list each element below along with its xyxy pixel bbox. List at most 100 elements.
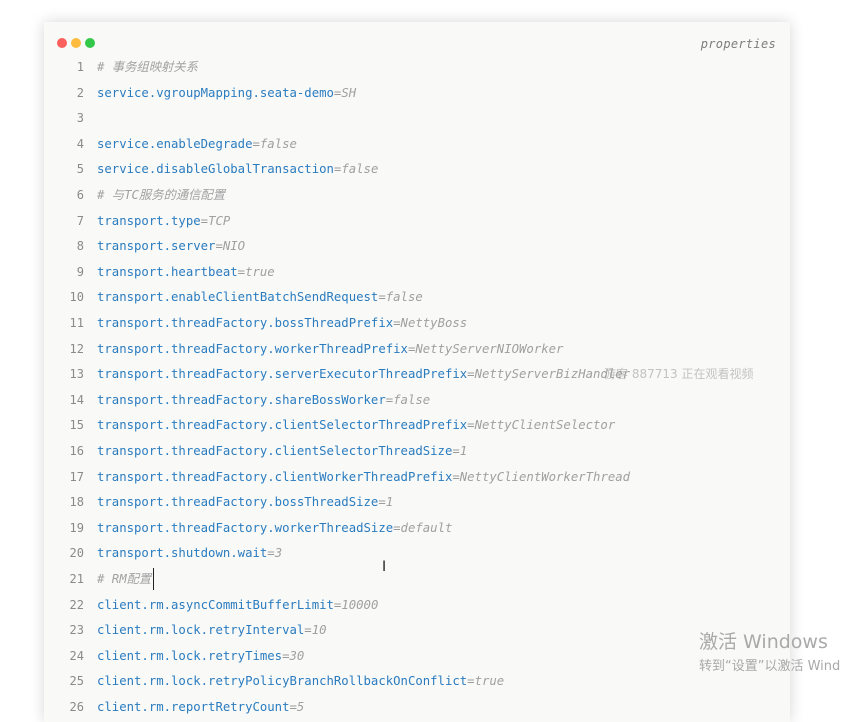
line-text: service.enableDegrade=false <box>97 134 297 154</box>
line-number: 6 <box>76 188 84 202</box>
line-text: transport.threadFactory.workerThreadPref… <box>97 339 563 359</box>
property-key: transport.threadFactory.bossThreadPrefix <box>97 316 394 330</box>
equals-sign: = <box>200 213 209 228</box>
equals-sign: = <box>215 239 223 254</box>
equals-sign: = <box>393 316 401 330</box>
line-number: 18 <box>69 495 84 510</box>
code-line[interactable]: 6 # 与TC服务的通信配置 <box>44 185 790 211</box>
property-key: client.rm.reportRetryCount <box>97 700 290 714</box>
line-number: 20 <box>69 546 84 561</box>
line-number: 9 <box>76 264 84 279</box>
property-value: SH <box>341 85 357 100</box>
code-line[interactable]: 3 <box>44 108 790 134</box>
code-line[interactable]: 9 transport.heartbeat=true <box>44 262 790 288</box>
viewer-watermark: 游客 887713 正在观看视频 <box>604 367 754 381</box>
code-line[interactable]: 4 service.enableDegrade=false <box>44 134 790 160</box>
window-controls <box>57 38 99 48</box>
line-number: 4 <box>76 136 84 151</box>
property-key: transport.threadFactory.workerThreadSize <box>97 520 394 535</box>
line-text: transport.shutdown.wait=3 <box>97 543 282 563</box>
property-value: 10 <box>311 623 327 638</box>
code-line[interactable]: 10 transport.enableClientBatchSendRequest… <box>44 287 790 313</box>
property-key: transport.enableClientBatchSendRequest <box>97 290 379 305</box>
property-value: NIO <box>222 239 246 254</box>
comment-text: # 事务组映射关系 <box>97 60 198 74</box>
code-line[interactable]: 1 # 事务组映射关系 <box>44 57 790 83</box>
property-key: transport.threadFactory.clientSelectorTh… <box>97 418 468 433</box>
code-line[interactable]: 25 client.rm.lock.retryPolicyBranchRollba… <box>44 671 790 697</box>
line-text: transport.type=TCP <box>97 211 230 231</box>
property-key: transport.type <box>97 213 201 228</box>
property-key: transport.shutdown.wait <box>97 546 268 561</box>
line-text: client.rm.asyncCommitBufferLimit=10000 <box>97 595 378 615</box>
code-line[interactable]: 5 service.disableGlobalTransaction=false <box>44 159 790 185</box>
code-line[interactable]: 17 transport.threadFactory.clientWorkerTh… <box>44 467 790 493</box>
line-number: 12 <box>69 341 84 356</box>
property-value: NettyClientSelector <box>474 418 616 433</box>
line-number: 7 <box>76 213 84 228</box>
maximize-dot-icon[interactable] <box>85 38 95 48</box>
code-line[interactable]: 22 client.rm.asyncCommitBufferLimit=10000 <box>44 595 790 621</box>
line-text: transport.threadFactory.shareBossWorker=… <box>97 390 430 410</box>
property-key: client.rm.lock.retryTimes <box>97 648 283 663</box>
code-line[interactable]: 2 service.vgroupMapping.seata-demo=SH <box>44 83 790 109</box>
line-text: transport.threadFactory.serverExecutorTh… <box>97 364 630 384</box>
minimize-dot-icon[interactable] <box>71 38 81 48</box>
line-number: 5 <box>76 162 84 177</box>
line-number: 24 <box>69 648 84 663</box>
property-value: false <box>259 136 297 151</box>
code-line[interactable]: 11 transport.threadFactory.bossThreadPref… <box>44 313 790 339</box>
line-number: 26 <box>69 700 84 714</box>
equals-sign: = <box>282 648 290 663</box>
code-line[interactable]: 18 transport.threadFactory.bossThreadSize… <box>44 492 790 518</box>
code-line[interactable]: 12 transport.threadFactory.workerThreadPr… <box>44 339 790 365</box>
code-line[interactable]: 19 transport.threadFactory.workerThreadSi… <box>44 518 790 544</box>
code-line[interactable]: 8 transport.server=NIO <box>44 236 790 262</box>
close-dot-icon[interactable] <box>57 38 67 48</box>
code-line[interactable]: 20 transport.shutdown.wait=3 <box>44 543 790 569</box>
code-line[interactable]: 26 client.rm.reportRetryCount=5 <box>44 697 790 722</box>
property-key: transport.threadFactory.shareBossWorker <box>97 392 386 407</box>
line-number: 16 <box>69 444 84 458</box>
equals-sign: = <box>467 367 475 382</box>
code-line[interactable]: 16 transport.threadFactory.clientSelector… <box>44 441 790 467</box>
equals-sign: = <box>393 520 401 535</box>
code-line[interactable]: 23 client.rm.lock.retryInterval=10 <box>44 620 790 646</box>
code-line[interactable]: 15 transport.threadFactory.clientSelector… <box>44 415 790 441</box>
windows-activation-hint: 转到“设置”以激活 Wind <box>699 659 841 674</box>
line-text: transport.heartbeat=true <box>97 262 275 282</box>
line-text: transport.server=NIO <box>97 236 245 256</box>
line-text: # RM配置 <box>97 569 151 589</box>
equals-sign: = <box>289 700 297 714</box>
line-number: 22 <box>69 597 84 612</box>
line-number: 2 <box>76 85 84 100</box>
property-value: true <box>245 264 275 279</box>
property-value: 30 <box>289 648 305 663</box>
property-key: service.disableGlobalTransaction <box>97 162 334 177</box>
code-line[interactable]: 14 transport.threadFactory.shareBossWorke… <box>44 390 790 416</box>
property-key: client.rm.asyncCommitBufferLimit <box>97 597 334 612</box>
property-value: false <box>393 392 431 407</box>
line-text: transport.threadFactory.workerThreadSize… <box>97 518 452 538</box>
property-key: client.rm.lock.retryInterval <box>97 623 305 638</box>
property-key: transport.threadFactory.serverExecutorTh… <box>97 367 468 382</box>
property-value: true <box>474 674 505 689</box>
line-number: 19 <box>69 520 84 535</box>
property-key: transport.threadFactory.bossThreadSize <box>97 495 379 510</box>
property-value: 3 <box>274 546 283 561</box>
line-number: 8 <box>76 239 84 254</box>
line-text: transport.threadFactory.bossThreadPrefix… <box>97 313 467 333</box>
line-number: 13 <box>69 367 84 382</box>
line-number: 21 <box>69 572 84 586</box>
line-number: 1 <box>76 60 84 74</box>
code-line[interactable]: 21 # RM配置 <box>44 569 790 595</box>
code-line[interactable]: 24 client.rm.lock.retryTimes=30 <box>44 646 790 672</box>
line-text: client.rm.reportRetryCount=5 <box>97 697 304 717</box>
property-key: transport.heartbeat <box>97 264 238 279</box>
equals-sign: = <box>378 495 386 510</box>
property-value: NettyClientWorkerThread <box>459 469 631 484</box>
line-number: 17 <box>69 469 84 484</box>
code-line[interactable]: 7 transport.type=TCP <box>44 211 790 237</box>
comment-text: # 与TC服务的通信配置 <box>97 188 225 202</box>
line-text: transport.threadFactory.clientSelectorTh… <box>97 441 467 461</box>
